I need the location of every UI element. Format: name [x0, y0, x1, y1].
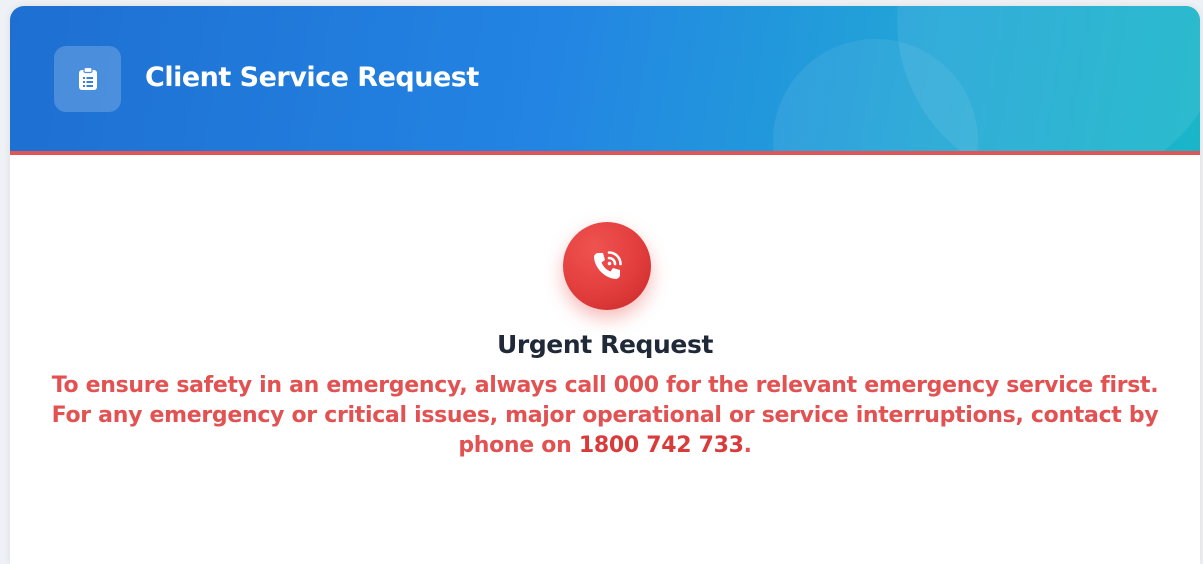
- urgent-request-message: To ensure safety in an emergency, always…: [50, 371, 1160, 461]
- page-title: Client Service Request: [145, 62, 479, 93]
- card-header: Client Service Request: [10, 6, 1200, 151]
- clipboard-icon: [54, 46, 121, 112]
- contact-instruction-suffix: .: [743, 433, 752, 458]
- header-divider: [10, 151, 1200, 155]
- phone-number-link[interactable]: 1800 742 733: [579, 433, 744, 458]
- emergency-instruction-text: To ensure safety in an emergency, always…: [51, 373, 1159, 398]
- contact-instruction-text: For any emergency or critical issues, ma…: [50, 401, 1160, 461]
- phone-ringing-icon: [563, 222, 651, 310]
- urgent-request-title: Urgent Request: [496, 330, 714, 359]
- service-request-card: Client Service Request Urgent Request To…: [10, 6, 1200, 564]
